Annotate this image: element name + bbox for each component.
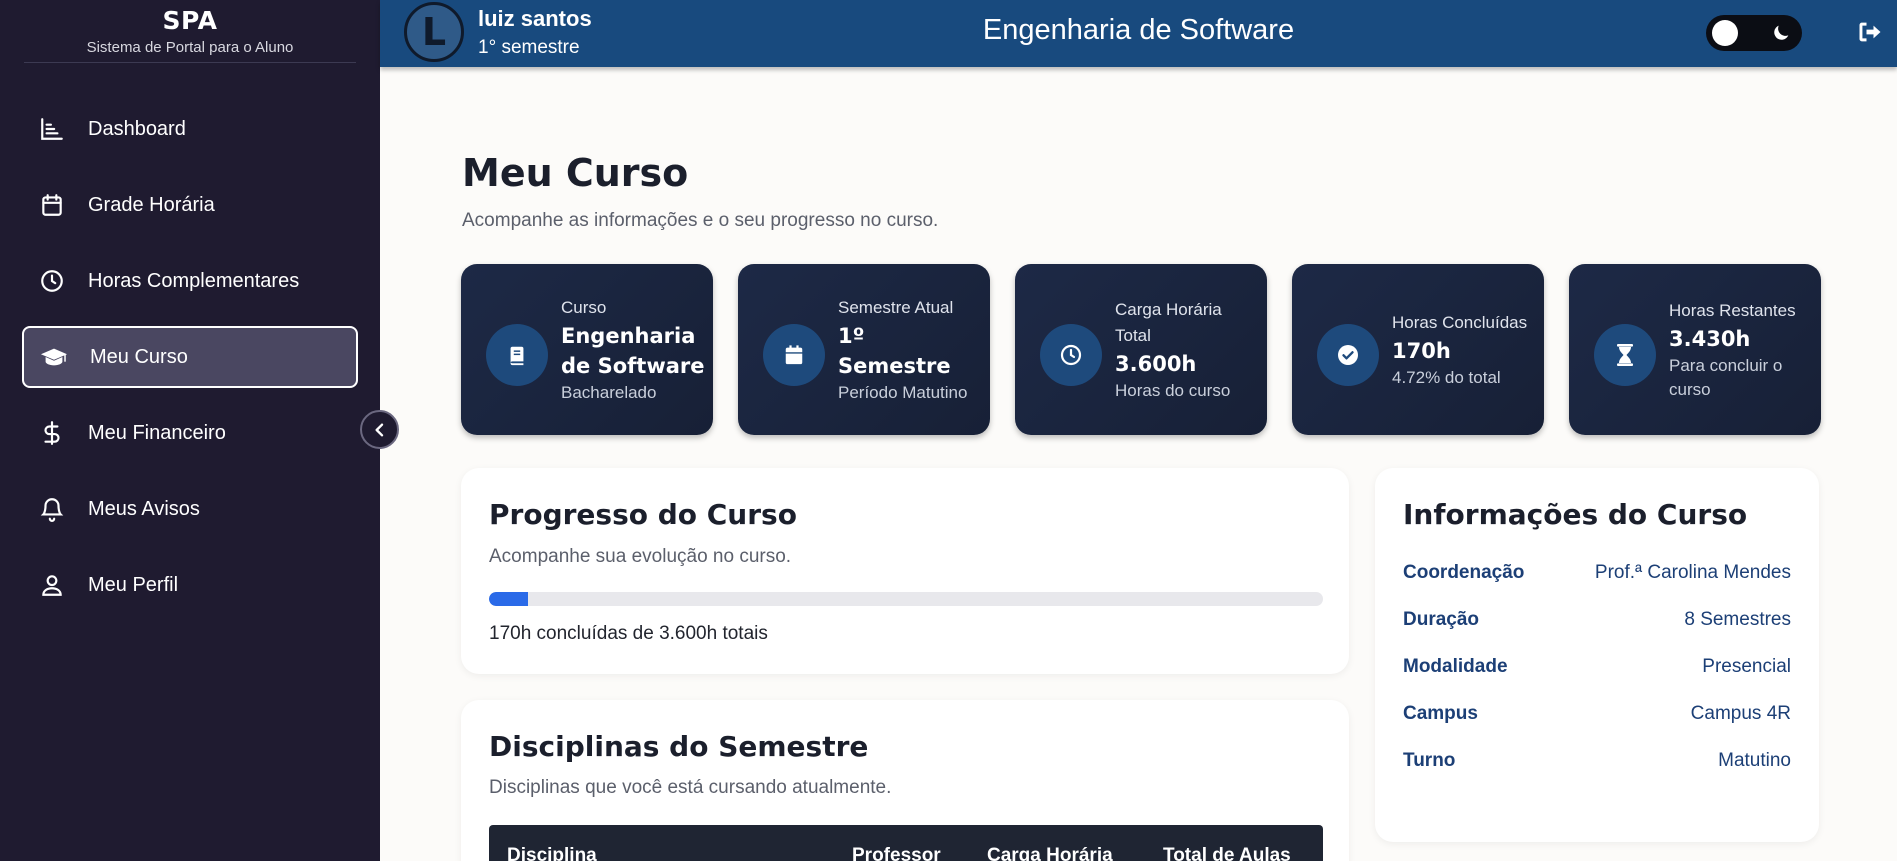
stat-note: Para concluir o curso — [1669, 355, 1783, 399]
sidebar-item-label: Meu Financeiro — [88, 421, 226, 444]
disciplines-table-header: Disciplina Professor Carga Horária Total… — [489, 825, 1323, 861]
info-key: Modalidade — [1403, 656, 1508, 677]
sidebar-item-label: Horas Complementares — [88, 269, 300, 292]
course-info-panel: Informações do Curso Coordenação Prof.ª … — [1375, 468, 1819, 842]
info-key: Campus — [1403, 703, 1478, 724]
stat-value: Engenharia de Software — [561, 323, 705, 378]
stat-label: Semestre Atual — [838, 297, 954, 317]
disciplines-title: Disciplinas do Semestre — [489, 730, 869, 763]
divider — [24, 62, 356, 63]
info-value: Campus 4R — [1690, 703, 1791, 724]
book-icon — [486, 324, 548, 386]
column-header[interactable]: Professor — [852, 845, 941, 861]
disciplines-panel: Disciplinas do Semestre Disciplinas que … — [461, 700, 1349, 861]
brand: SPA Sistema de Portal para o Aluno — [0, 0, 380, 63]
stat-card-curso: Curso Engenharia de Software Bacharelado — [461, 264, 713, 435]
stat-note: 4.72% do total — [1392, 367, 1501, 387]
check-circle-icon — [1317, 324, 1379, 386]
column-header[interactable]: Carga Horária — [987, 845, 1113, 861]
stat-label: Horas Concluídas — [1392, 312, 1528, 332]
bell-icon — [38, 495, 66, 523]
clock-icon — [38, 267, 66, 295]
sidebar-item-horas-complementares[interactable]: Horas Complementares — [22, 250, 358, 312]
info-row: Duração 8 Semestres — [1403, 609, 1791, 631]
progress-text: 170h concluídas de 3.600h totais — [489, 623, 768, 644]
column-header[interactable]: Disciplina — [507, 845, 597, 861]
progress-subtitle: Acompanhe sua evolução no curso. — [489, 546, 792, 567]
calendar-icon — [38, 191, 66, 219]
stat-label: Carga Horária Total — [1115, 299, 1222, 345]
sidebar-item-meu-financeiro[interactable]: Meu Financeiro — [22, 402, 358, 464]
page-subtitle: Acompanhe as informações e o seu progres… — [462, 210, 939, 231]
moon-icon — [1774, 25, 1789, 40]
top-header: L luiz santos 1° semestre Engenharia de … — [380, 0, 1897, 67]
brand-title: SPA — [162, 6, 218, 35]
logout-button[interactable] — [1856, 18, 1884, 51]
stat-note: Horas do curso — [1115, 380, 1231, 400]
sidebar-item-label: Meus Avisos — [88, 497, 200, 520]
info-value: Matutino — [1718, 750, 1791, 771]
sidebar-item-label: Meu Curso — [90, 345, 188, 368]
dollar-icon — [38, 419, 66, 447]
page-title: Meu Curso — [462, 151, 689, 195]
stat-value: 170h — [1392, 338, 1451, 363]
clock-icon — [1040, 324, 1102, 386]
sidebar-item-meu-perfil[interactable]: Meu Perfil — [22, 554, 358, 616]
sidebar-collapse-button[interactable] — [360, 410, 399, 449]
sidebar-nav: Dashboard Grade Horária Horas Complement… — [22, 98, 358, 630]
info-row: Turno Matutino — [1403, 750, 1791, 772]
info-key: Turno — [1403, 750, 1456, 771]
toggle-knob — [1712, 20, 1738, 46]
info-row: Campus Campus 4R — [1403, 703, 1791, 725]
info-value: Prof.ª Carolina Mendes — [1594, 562, 1791, 583]
chart-icon — [38, 115, 66, 143]
theme-toggle[interactable] — [1706, 15, 1802, 51]
sidebar-item-label: Dashboard — [88, 117, 186, 140]
info-value: 8 Semestres — [1684, 609, 1791, 630]
stat-label: Curso — [561, 297, 607, 317]
sidebar-item-label: Meu Perfil — [88, 573, 179, 596]
calendar-icon — [763, 324, 825, 386]
progress-title: Progresso do Curso — [489, 498, 797, 531]
stat-card-horas-restantes: Horas Restantes 3.430h Para concluir o c… — [1569, 264, 1821, 435]
header-title: Engenharia de Software — [982, 14, 1295, 46]
sidebar-item-grade-horaria[interactable]: Grade Horária — [22, 174, 358, 236]
sidebar-item-meus-avisos[interactable]: Meus Avisos — [22, 478, 358, 540]
sidebar-item-label: Grade Horária — [88, 193, 215, 216]
progress-fill — [489, 592, 529, 606]
stat-card-horas-concluidas: Horas Concluídas 170h 4.72% do total — [1292, 264, 1544, 435]
graduation-cap-icon — [40, 343, 68, 371]
stat-value: 3.430h — [1669, 326, 1751, 351]
info-key: Coordenação — [1403, 562, 1525, 583]
stat-note: Período Matutino — [838, 382, 968, 402]
progress-bar — [489, 592, 1323, 606]
stat-card-carga-horaria: Carga Horária Total 3.600h Horas do curs… — [1015, 264, 1267, 435]
info-title: Informações do Curso — [1403, 498, 1748, 531]
info-row: Modalidade Presencial — [1403, 656, 1791, 678]
disciplines-subtitle: Disciplinas que você está cursando atual… — [489, 777, 892, 798]
sidebar: SPA Sistema de Portal para o Aluno Dashb… — [0, 0, 380, 861]
info-key: Duração — [1403, 609, 1480, 630]
stat-note: Bacharelado — [561, 382, 657, 402]
user-icon — [38, 571, 66, 599]
brand-subtitle: Sistema de Portal para o Aluno — [86, 39, 294, 56]
info-value: Presencial — [1702, 656, 1791, 677]
sidebar-item-meu-curso[interactable]: Meu Curso — [22, 326, 358, 388]
logout-icon — [1859, 22, 1881, 42]
info-row: Coordenação Prof.ª Carolina Mendes — [1403, 562, 1791, 584]
progress-panel: Progresso do Curso Acompanhe sua evoluçã… — [461, 468, 1349, 674]
column-header[interactable]: Total de Aulas — [1163, 845, 1291, 861]
stat-card-semestre: Semestre Atual 1º Semestre Período Matut… — [738, 264, 990, 435]
stat-label: Horas Restantes — [1669, 300, 1796, 320]
stat-value: 3.600h — [1115, 351, 1197, 376]
chevron-left-icon — [375, 423, 383, 436]
stat-value: 1º Semestre — [838, 323, 951, 378]
hourglass-icon — [1594, 324, 1656, 386]
sidebar-item-dashboard[interactable]: Dashboard — [22, 98, 358, 160]
